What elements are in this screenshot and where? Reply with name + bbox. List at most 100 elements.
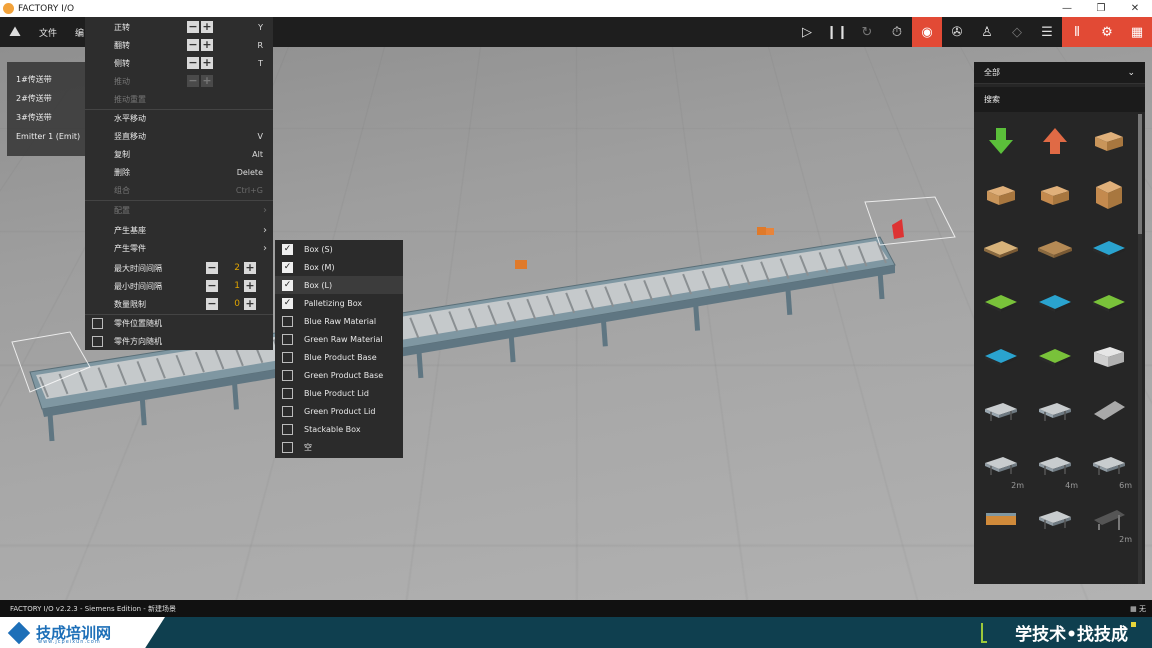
stackable-box-icon[interactable] [1082,330,1136,384]
part-checkbox[interactable] [282,369,293,381]
blue-raw-material-icon[interactable] [1082,222,1136,276]
minimize-button[interactable]: — [1050,3,1084,14]
green-raw-material-icon[interactable] [974,276,1028,330]
object-item-conveyor-2[interactable]: 2#传送带 [7,89,87,108]
maximize-button[interactable]: ❐ [1084,3,1118,14]
minus-icon[interactable]: − [206,262,218,274]
drivers-icon[interactable]: ⚙ [1092,17,1122,47]
blue-product-base-icon[interactable] [1028,276,1082,330]
max-interval-value[interactable]: 2 [224,262,240,274]
part-checkbox[interactable] [282,405,293,417]
minus-icon[interactable]: − [187,57,199,69]
pallet-icon[interactable] [974,222,1028,276]
reset-icon[interactable]: ↻ [852,17,882,47]
part-checkbox[interactable] [282,423,293,435]
camera-orbit-icon[interactable]: ◉ [912,17,942,47]
belt-conveyor-icon[interactable] [974,492,1028,546]
part-checkbox[interactable] [282,351,293,363]
parts-grid-icon[interactable]: ▦ [1122,17,1152,47]
cube-box-icon[interactable] [1082,168,1136,222]
emitter-arrow-icon[interactable] [1028,114,1082,168]
minus-icon[interactable]: − [206,298,218,310]
part-option[interactable]: Stackable Box [275,420,403,438]
part-option[interactable]: 空 [275,438,403,456]
menu-item-move-horizontal[interactable]: 水平移动 [85,109,273,127]
plate-icon[interactable] [1082,384,1136,438]
menu-item-emit-base[interactable]: 产生基座 › [85,221,273,239]
io-tags-icon[interactable]: ⫴ [1062,17,1092,47]
part-option[interactable]: Green Raw Material [275,330,403,348]
part-option[interactable]: Blue Raw Material [275,312,403,330]
part-checkbox[interactable] [282,333,293,345]
plus-icon[interactable]: + [201,21,213,33]
menu-item-emit-parts[interactable]: 产生零件 › [85,239,273,257]
part-checkbox[interactable]: ✓ [282,297,293,309]
menu-item-rotate[interactable]: 正转 − + Y [85,18,273,36]
green-product-lid-icon[interactable] [1028,330,1082,384]
roller-curve-icon[interactable] [1028,492,1082,546]
part-checkbox[interactable]: ✓ [282,243,293,255]
part-option[interactable]: ✓ Box (M) [275,258,403,276]
roller-conveyor-2m-icon[interactable]: 2m [974,438,1028,492]
large-box-icon[interactable] [1028,168,1082,222]
close-button[interactable]: ✕ [1118,3,1152,14]
fly-camera-icon[interactable]: ✇ [942,17,972,47]
minus-icon[interactable]: − [187,21,199,33]
part-option[interactable]: Blue Product Base [275,348,403,366]
category-dropdown[interactable]: 全部 ⌄ [974,62,1145,84]
random-orientation-checkbox[interactable] [92,335,103,347]
medium-box-icon[interactable] [974,168,1028,222]
part-option[interactable]: Green Product Base [275,366,403,384]
play-icon[interactable]: ▷ [792,17,822,47]
part-option[interactable]: ✓ Box (S) [275,240,403,258]
factory-icon[interactable]: ⛰ [0,17,30,47]
object-item-conveyor-1[interactable]: 1#传送带 [7,70,87,89]
part-checkbox[interactable] [282,387,293,399]
library-scrollbar[interactable] [1138,114,1142,584]
pallet-dark-icon[interactable] [1028,222,1082,276]
menu-item-random-orientation[interactable]: 零件方向随机 [85,332,273,350]
pause-icon[interactable]: ❙❙ [822,17,852,47]
random-position-checkbox[interactable] [92,317,103,329]
plus-icon[interactable]: + [244,262,256,274]
slope-conveyor-2m-icon[interactable]: 2m [1082,492,1136,546]
object-item-emitter[interactable]: Emitter 1 (Emit) [7,127,87,146]
menu-item-delete[interactable]: 删除 Delete [85,163,273,181]
plus-icon[interactable]: + [201,57,213,69]
object-item-conveyor-3[interactable]: 3#传送带 [7,108,87,127]
part-checkbox[interactable] [282,315,293,327]
list-icon[interactable]: ☰ [1032,17,1062,47]
blue-product-lid-icon[interactable] [974,330,1028,384]
timer-icon[interactable]: ⏱ [882,17,912,47]
minus-icon[interactable]: − [206,280,218,292]
remover-arrow-icon[interactable] [974,114,1028,168]
min-interval-value[interactable]: 1 [224,280,240,292]
menu-item-random-position[interactable]: 零件位置随机 [85,314,273,332]
first-person-icon[interactable]: ♙ [972,17,1002,47]
part-option[interactable]: ✓ Box (L) [275,276,403,294]
part-checkbox[interactable]: ✓ [282,279,293,291]
sensor-icon[interactable]: ◇ [1002,17,1032,47]
part-checkbox[interactable]: ✓ [282,261,293,273]
menu-item-side-rotate[interactable]: 侧转 − + T [85,54,273,72]
roller-conveyor-4m-icon[interactable]: 4m [1028,438,1082,492]
small-box-icon[interactable] [1082,114,1136,168]
part-option[interactable]: Blue Product Lid [275,384,403,402]
menu-item-copy[interactable]: 复制 Alt [85,145,273,163]
green-product-base-icon[interactable] [1082,276,1136,330]
search-input[interactable]: 搜索 [974,87,1145,112]
roller-conveyor-6m-icon[interactable]: 6m [1082,438,1136,492]
minus-icon[interactable]: − [187,39,199,51]
quantity-limit-value[interactable]: 0 [224,298,240,310]
menu-file[interactable]: 文件 [30,26,66,39]
part-checkbox[interactable] [282,441,293,453]
plus-icon[interactable]: + [244,280,256,292]
menu-item-move-vertical[interactable]: 竖直移动 V [85,127,273,145]
conveyor-scale-icon[interactable] [1028,384,1082,438]
conveyor-turn-icon[interactable] [974,384,1028,438]
plus-icon[interactable]: + [201,39,213,51]
part-option[interactable]: ✓ Palletizing Box [275,294,403,312]
menu-item-flip[interactable]: 翻转 − + R [85,36,273,54]
plus-icon[interactable]: + [244,298,256,310]
scrollbar-thumb[interactable] [1138,114,1142,234]
